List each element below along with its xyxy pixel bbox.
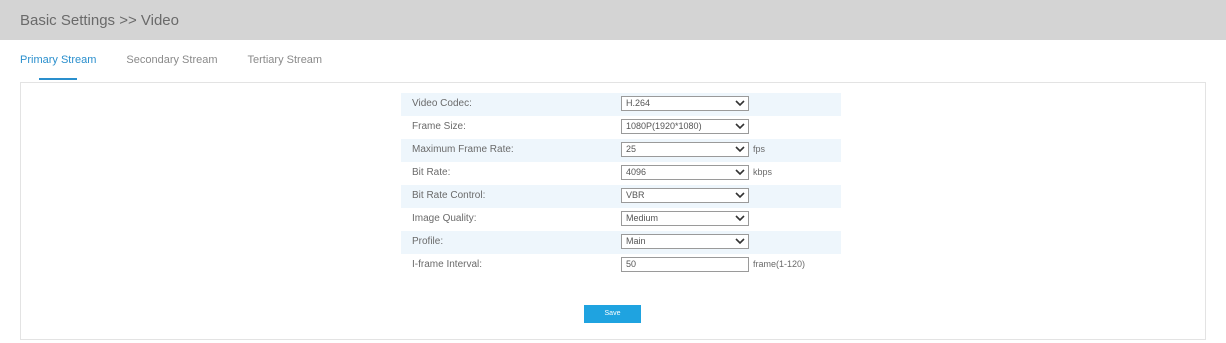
chevron-down-icon — [735, 100, 745, 107]
page-header: Basic Settings >> Video — [0, 0, 1226, 40]
row-bit-rate-control: Bit Rate Control: VBR — [401, 185, 841, 208]
bit-rate-label: Bit Rate: — [412, 167, 451, 178]
video-codec-label: Video Codec: — [412, 98, 472, 109]
video-codec-select[interactable]: H.264 — [621, 96, 749, 111]
video-settings-form: Video Codec: H.264 Frame Size: 1080P(192… — [401, 93, 841, 277]
iframe-interval-label: I-frame Interval: — [412, 259, 483, 270]
frame-size-select[interactable]: 1080P(1920*1080) — [621, 119, 749, 134]
row-max-frame-rate: Maximum Frame Rate: 25 fps — [401, 139, 841, 162]
chevron-down-icon — [735, 192, 745, 199]
frame-size-label: Frame Size: — [412, 121, 466, 132]
video-settings-panel: Video Codec: H.264 Frame Size: 1080P(192… — [20, 82, 1206, 340]
bit-rate-control-select[interactable]: VBR — [621, 188, 749, 203]
row-profile: Profile: Main — [401, 231, 841, 254]
max-frame-rate-label: Maximum Frame Rate: — [412, 144, 514, 155]
iframe-interval-unit: frame(1-120) — [753, 259, 806, 269]
row-iframe-interval: I-frame Interval: 50 frame(1-120) — [401, 254, 841, 277]
max-frame-rate-select[interactable]: 25 — [621, 142, 749, 157]
row-bit-rate: Bit Rate: 4096 kbps — [401, 162, 841, 185]
bit-rate-control-value: VBR — [626, 190, 645, 200]
chevron-down-icon — [735, 215, 745, 222]
stream-tabs: Primary Stream Secondary Stream Tertiary… — [20, 46, 352, 80]
bit-rate-unit: kbps — [753, 167, 773, 177]
profile-value: Main — [626, 236, 646, 246]
tab-tertiary-stream[interactable]: Tertiary Stream — [248, 46, 323, 76]
video-codec-value: H.264 — [626, 98, 651, 108]
image-quality-value: Medium — [626, 213, 659, 223]
max-frame-rate-value: 25 — [626, 144, 637, 154]
bit-rate-control-label: Bit Rate Control: — [412, 190, 486, 201]
frame-size-value: 1080P(1920*1080) — [626, 121, 702, 131]
row-image-quality: Image Quality: Medium — [401, 208, 841, 231]
row-frame-size: Frame Size: 1080P(1920*1080) — [401, 116, 841, 139]
max-frame-rate-unit: fps — [753, 144, 766, 154]
chevron-down-icon — [735, 238, 745, 245]
bit-rate-select[interactable]: 4096 — [621, 165, 749, 180]
profile-select[interactable]: Main — [621, 234, 749, 249]
chevron-down-icon — [735, 146, 745, 153]
bit-rate-value: 4096 — [626, 167, 647, 177]
chevron-down-icon — [735, 169, 745, 176]
image-quality-label: Image Quality: — [412, 213, 477, 224]
profile-label: Profile: — [412, 236, 444, 247]
tab-primary-stream[interactable]: Primary Stream — [20, 46, 96, 80]
tab-secondary-stream[interactable]: Secondary Stream — [126, 46, 217, 76]
iframe-interval-input[interactable]: 50 — [621, 257, 749, 272]
breadcrumb: Basic Settings >> Video — [20, 11, 179, 29]
save-button[interactable]: Save — [584, 305, 641, 323]
image-quality-select[interactable]: Medium — [621, 211, 749, 226]
row-video-codec: Video Codec: H.264 — [401, 93, 841, 116]
chevron-down-icon — [735, 123, 745, 130]
